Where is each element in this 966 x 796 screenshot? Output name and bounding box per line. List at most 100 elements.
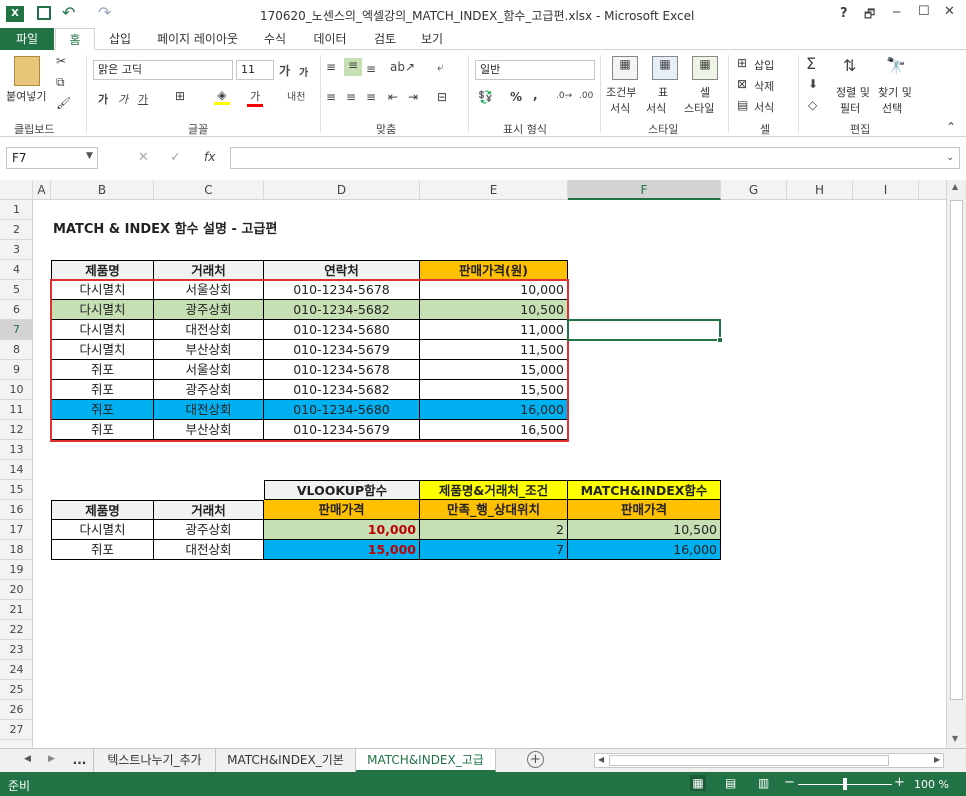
maximize-button[interactable]: ☐ (918, 4, 930, 19)
row-header-6[interactable]: 6 (0, 300, 33, 320)
format-cells-icon[interactable]: ▤ (737, 98, 748, 112)
row-header-10[interactable]: 10 (0, 380, 33, 400)
row-header-18[interactable]: 18 (0, 540, 33, 560)
row-header-11[interactable]: 11 (0, 400, 33, 420)
row-header-27[interactable]: 27 (0, 720, 33, 740)
table1-cell[interactable]: 010-1234-5682 (264, 300, 420, 320)
row-header-3[interactable]: 3 (0, 240, 33, 260)
table1-cell[interactable]: 16,500 (420, 420, 568, 440)
table1-cell[interactable]: 11,500 (420, 340, 568, 360)
save-icon[interactable] (37, 6, 51, 20)
table1-cell[interactable]: 010-1234-5680 (264, 320, 420, 340)
row-header-4[interactable]: 4 (0, 260, 33, 280)
col-header-g[interactable]: G (721, 180, 787, 200)
increase-indent-icon[interactable]: ⇥ (408, 90, 418, 104)
row-header-9[interactable]: 9 (0, 360, 33, 380)
accounting-format-icon[interactable]: 💱 (478, 90, 493, 104)
sort-filter-icon[interactable]: ⇅ (843, 56, 856, 75)
table2-cell[interactable]: 다시멸치 (51, 520, 154, 540)
conditional-format-label-2[interactable]: 서식 (610, 100, 630, 116)
table1-cell[interactable]: 광주상회 (154, 300, 264, 320)
table2-header-1[interactable]: 거래처 (154, 500, 264, 520)
percent-button[interactable]: % (510, 90, 522, 104)
active-cell-f7[interactable] (567, 319, 723, 343)
table1-cell[interactable]: 쥐포 (51, 420, 154, 440)
tab-formulas[interactable]: 수식 (255, 28, 295, 50)
conditional-format-icon[interactable]: ▦ (612, 56, 638, 80)
text-orientation-icon[interactable]: ab↗ (390, 60, 415, 74)
conditional-format-label-1[interactable]: 조건부 (606, 84, 636, 100)
tab-view[interactable]: 보기 (412, 28, 452, 50)
row-header-24[interactable]: 24 (0, 660, 33, 680)
table1-cell[interactable]: 15,500 (420, 380, 568, 400)
wrap-text-icon[interactable]: ⤶ (437, 60, 444, 75)
table2-cell[interactable]: 대전상회 (154, 540, 264, 560)
align-top-icon[interactable]: ≡ (326, 60, 336, 74)
hscroll-right-icon[interactable]: ▶ (934, 755, 940, 764)
row-header-19[interactable]: 19 (0, 560, 33, 580)
table1-cell[interactable]: 다시멸치 (51, 340, 154, 360)
table2-header-0[interactable]: 제품명 (51, 500, 154, 520)
enter-formula-icon[interactable]: ✓ (170, 150, 181, 165)
table1-cell[interactable]: 쥐포 (51, 400, 154, 420)
sort-filter-label-1[interactable]: 정렬 및 (836, 84, 870, 100)
zoom-in-icon[interactable]: + (894, 775, 905, 790)
select-all-corner[interactable] (0, 180, 33, 200)
col-header-d[interactable]: D (264, 180, 420, 200)
table1-header-2[interactable]: 연락처 (264, 260, 420, 280)
tab-home[interactable]: 홈 (55, 28, 95, 50)
row-header-8[interactable]: 8 (0, 340, 33, 360)
table2-cell[interactable]: 10,500 (568, 520, 721, 540)
table1-cell[interactable]: 010-1234-5678 (264, 360, 420, 380)
table2-top-header-2[interactable]: MATCH&INDEX함수 (568, 480, 721, 500)
sort-filter-label-2[interactable]: 필터 (840, 100, 860, 116)
ribbon-display-icon[interactable]: 🗗 (864, 5, 875, 26)
cell-styles-label-2[interactable]: 스타일 (684, 100, 714, 116)
align-center-icon[interactable]: ≡ (346, 90, 356, 104)
table2-cell[interactable]: 광주상회 (154, 520, 264, 540)
scroll-thumb[interactable] (950, 200, 963, 700)
fill-handle[interactable] (717, 337, 723, 343)
fill-icon[interactable]: ⬇ (808, 77, 818, 91)
align-left-icon[interactable]: ≡ (326, 90, 336, 104)
table2-cell[interactable]: 16,000 (568, 540, 721, 560)
zoom-out-icon[interactable]: − (784, 775, 795, 790)
row-header-17[interactable]: 17 (0, 520, 33, 540)
copy-icon[interactable]: ⧉ (56, 75, 65, 90)
col-header-c[interactable]: C (154, 180, 264, 200)
find-select-label-1[interactable]: 찾기 및 (878, 84, 912, 100)
format-as-table-label-2[interactable]: 서식 (646, 100, 666, 116)
border-icon[interactable]: ⊞ (175, 89, 185, 103)
hscroll-left-icon[interactable]: ◀ (598, 755, 604, 764)
table1-cell[interactable]: 부산상회 (154, 420, 264, 440)
decrease-indent-icon[interactable]: ⇤ (388, 90, 398, 104)
sheet-title[interactable]: MATCH & INDEX 함수 설명 - 고급편 (53, 221, 277, 239)
table2-cell[interactable]: 10,000 (264, 520, 420, 540)
table1-cell[interactable]: 010-1234-5678 (264, 280, 420, 300)
delete-cells-icon[interactable]: ⊠ (737, 77, 747, 91)
scroll-up-arrow-icon[interactable]: ▲ (952, 182, 958, 191)
align-bottom-icon[interactable]: ≡ (366, 62, 376, 76)
help-button[interactable]: ? (840, 6, 848, 21)
align-middle-icon[interactable]: ≡ (344, 58, 362, 76)
table1-cell[interactable]: 서울상회 (154, 280, 264, 300)
row-header-7[interactable]: 7 (0, 320, 33, 340)
undo-icon[interactable]: ↶ (62, 3, 75, 22)
paste-button[interactable]: 붙여넣기 (6, 88, 46, 104)
find-select-label-2[interactable]: 선택 (882, 100, 902, 116)
tab-file[interactable]: 파일 (0, 28, 54, 50)
paste-icon[interactable] (14, 56, 40, 86)
sheet-tab-match-basic[interactable]: MATCH&INDEX_기본 (216, 749, 356, 772)
cut-icon[interactable]: ✂ (56, 54, 66, 68)
row-header-1[interactable]: 1 (0, 200, 33, 220)
row-header-16[interactable]: 16 (0, 500, 33, 520)
cell-styles-label-1[interactable]: 셀 (700, 84, 710, 100)
zoom-slider-thumb[interactable] (843, 778, 847, 790)
align-right-icon[interactable]: ≡ (366, 90, 376, 104)
vertical-scrollbar[interactable]: ▲ ▼ (946, 180, 966, 748)
name-box-dropdown-icon[interactable]: ▼ (86, 151, 93, 161)
table2-cell[interactable]: 7 (420, 540, 568, 560)
expand-formula-icon[interactable]: ⌄ (946, 152, 954, 163)
table1-cell[interactable]: 15,000 (420, 360, 568, 380)
table2-header-3[interactable]: 만족_행_상대위치 (420, 500, 568, 520)
